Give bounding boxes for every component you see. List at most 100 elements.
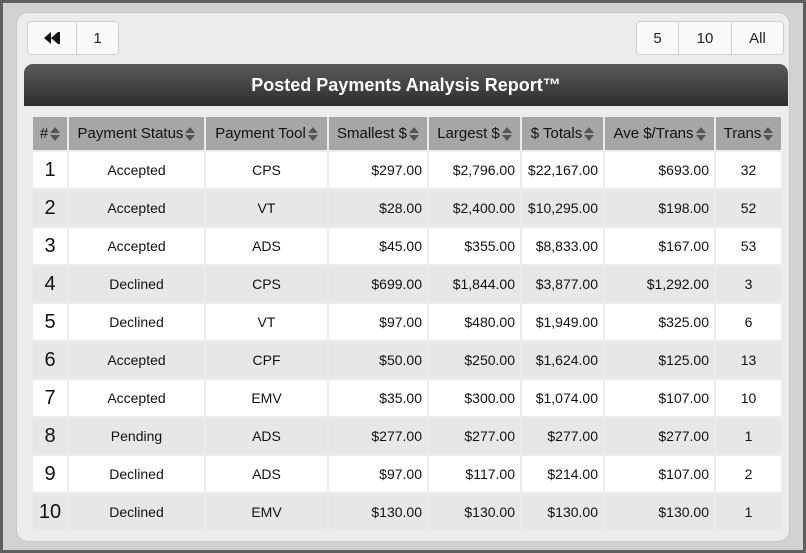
col-number-header[interactable]: # xyxy=(31,115,69,152)
double-chevron-left-icon xyxy=(44,32,60,44)
largest-amount-cell: $300.00 xyxy=(427,378,522,418)
col-largest-header[interactable]: Largest $ xyxy=(427,115,522,152)
trans-count-cell: 13 xyxy=(714,340,783,380)
total-amount-cell: $214.00 xyxy=(520,454,605,494)
average-amount-cell: $693.00 xyxy=(603,150,716,190)
col-ave-per-trans-header[interactable]: Ave $/Trans xyxy=(603,115,716,152)
col-payment-status-header[interactable]: Payment Status xyxy=(67,115,206,152)
average-amount-cell: $277.00 xyxy=(603,416,716,456)
trans-count-cell: 6 xyxy=(714,302,783,342)
table-body: 1 Accepted CPS $297.00 $2,796.00 $22,167.00 $6… xyxy=(31,150,783,532)
largest-amount-cell: $277.00 xyxy=(427,416,522,456)
payment-tool-cell: CPS xyxy=(204,150,329,190)
table-row: 2 Accepted VT $28.00 $2,400.00 $10,295.00 $198… xyxy=(31,188,783,228)
table-row: 5 Declined VT $97.00 $480.00 $1,949.00 $325.00… xyxy=(31,302,783,342)
payments-table: # Payment Status Payment Tool Smallest $ Lar… xyxy=(31,115,783,532)
largest-amount-cell: $130.00 xyxy=(427,492,522,532)
total-amount-cell: $1,074.00 xyxy=(520,378,605,418)
row-number-cell: 8 xyxy=(31,416,69,456)
average-amount-cell: $107.00 xyxy=(603,454,716,494)
average-amount-cell: $325.00 xyxy=(603,302,716,342)
header-label: Trans xyxy=(723,125,762,142)
smallest-amount-cell: $28.00 xyxy=(327,188,429,228)
payment-tool-cell: EMV xyxy=(204,492,329,532)
total-amount-cell: $1,624.00 xyxy=(520,340,605,380)
smallest-amount-cell: $699.00 xyxy=(327,264,429,304)
sort-up-down-icon xyxy=(50,127,61,142)
header-label: Payment Status xyxy=(77,125,184,142)
report-title: Posted Payments Analysis Report™ xyxy=(24,64,788,106)
total-amount-cell: $1,949.00 xyxy=(520,302,605,342)
payment-status-cell: Declined xyxy=(67,302,206,342)
header-label: Payment Tool xyxy=(215,125,306,142)
page-size-10-button[interactable]: 10 xyxy=(678,21,732,55)
table-row: 6 Accepted CPF $50.00 $250.00 $1,624.00 $125.0… xyxy=(31,340,783,380)
row-number-cell: 1 xyxy=(31,150,69,190)
sort-up-down-icon xyxy=(307,127,318,142)
pagination-controls: 1 xyxy=(27,21,119,55)
smallest-amount-cell: $35.00 xyxy=(327,378,429,418)
first-page-button[interactable] xyxy=(27,21,77,55)
table-row: 10 Declined EMV $130.00 $130.00 $130.00 $130.0… xyxy=(31,492,783,532)
payment-status-cell: Accepted xyxy=(67,378,206,418)
payment-tool-cell: CPF xyxy=(204,340,329,380)
payment-status-cell: Accepted xyxy=(67,226,206,266)
row-number-cell: 7 xyxy=(31,378,69,418)
sort-up-down-icon xyxy=(501,127,512,142)
table-row: 8 Pending ADS $277.00 $277.00 $277.00 $277.00 1 xyxy=(31,416,783,456)
smallest-amount-cell: $45.00 xyxy=(327,226,429,266)
smallest-amount-cell: $130.00 xyxy=(327,492,429,532)
trans-count-cell: 1 xyxy=(714,492,783,532)
average-amount-cell: $125.00 xyxy=(603,340,716,380)
average-amount-cell: $167.00 xyxy=(603,226,716,266)
row-number-cell: 6 xyxy=(31,340,69,380)
col-smallest-header[interactable]: Smallest $ xyxy=(327,115,429,152)
payment-status-cell: Declined xyxy=(67,492,206,532)
header-label: $ Totals xyxy=(530,125,583,142)
payment-status-cell: Pending xyxy=(67,416,206,456)
trans-count-cell: 32 xyxy=(714,150,783,190)
smallest-amount-cell: $97.00 xyxy=(327,454,429,494)
row-number-cell: 5 xyxy=(31,302,69,342)
total-amount-cell: $10,295.00 xyxy=(520,188,605,228)
payment-tool-cell: ADS xyxy=(204,454,329,494)
largest-amount-cell: $355.00 xyxy=(427,226,522,266)
payment-tool-cell: ADS xyxy=(204,416,329,456)
payment-status-cell: Declined xyxy=(67,264,206,304)
payment-status-cell: Accepted xyxy=(67,150,206,190)
payment-tool-cell: EMV xyxy=(204,378,329,418)
sort-up-down-icon xyxy=(763,127,774,142)
average-amount-cell: $198.00 xyxy=(603,188,716,228)
payment-status-cell: Accepted xyxy=(67,340,206,380)
payment-status-cell: Declined xyxy=(67,454,206,494)
row-number-cell: 2 xyxy=(31,188,69,228)
largest-amount-cell: $117.00 xyxy=(427,454,522,494)
total-amount-cell: $130.00 xyxy=(520,492,605,532)
page-1-button[interactable]: 1 xyxy=(76,21,119,55)
trans-count-cell: 1 xyxy=(714,416,783,456)
average-amount-cell: $130.00 xyxy=(603,492,716,532)
row-number-cell: 10 xyxy=(31,492,69,532)
header-label: # xyxy=(39,125,49,142)
largest-amount-cell: $1,844.00 xyxy=(427,264,522,304)
page-size-controls: 5 10 All xyxy=(636,21,784,55)
page-size-all-button[interactable]: All xyxy=(731,21,784,55)
trans-count-cell: 53 xyxy=(714,226,783,266)
largest-amount-cell: $2,796.00 xyxy=(427,150,522,190)
page-size-5-button[interactable]: 5 xyxy=(636,21,679,55)
payment-status-cell: Accepted xyxy=(67,188,206,228)
col-totals-header[interactable]: $ Totals xyxy=(520,115,605,152)
trans-count-cell: 2 xyxy=(714,454,783,494)
smallest-amount-cell: $97.00 xyxy=(327,302,429,342)
largest-amount-cell: $250.00 xyxy=(427,340,522,380)
header-label: Smallest $ xyxy=(336,125,408,142)
table-row: 9 Declined ADS $97.00 $117.00 $214.00 $107.00 2 xyxy=(31,454,783,494)
col-payment-tool-header[interactable]: Payment Tool xyxy=(204,115,329,152)
total-amount-cell: $3,877.00 xyxy=(520,264,605,304)
col-trans-header[interactable]: Trans xyxy=(714,115,783,152)
window-frame: 1 5 10 All Posted Payments Analysis Repo… xyxy=(3,3,803,550)
row-number-cell: 4 xyxy=(31,264,69,304)
header-label: Largest $ xyxy=(437,125,500,142)
sort-up-down-icon xyxy=(185,127,196,142)
table-row: 1 Accepted CPS $297.00 $2,796.00 $22,167.00 $6… xyxy=(31,150,783,190)
